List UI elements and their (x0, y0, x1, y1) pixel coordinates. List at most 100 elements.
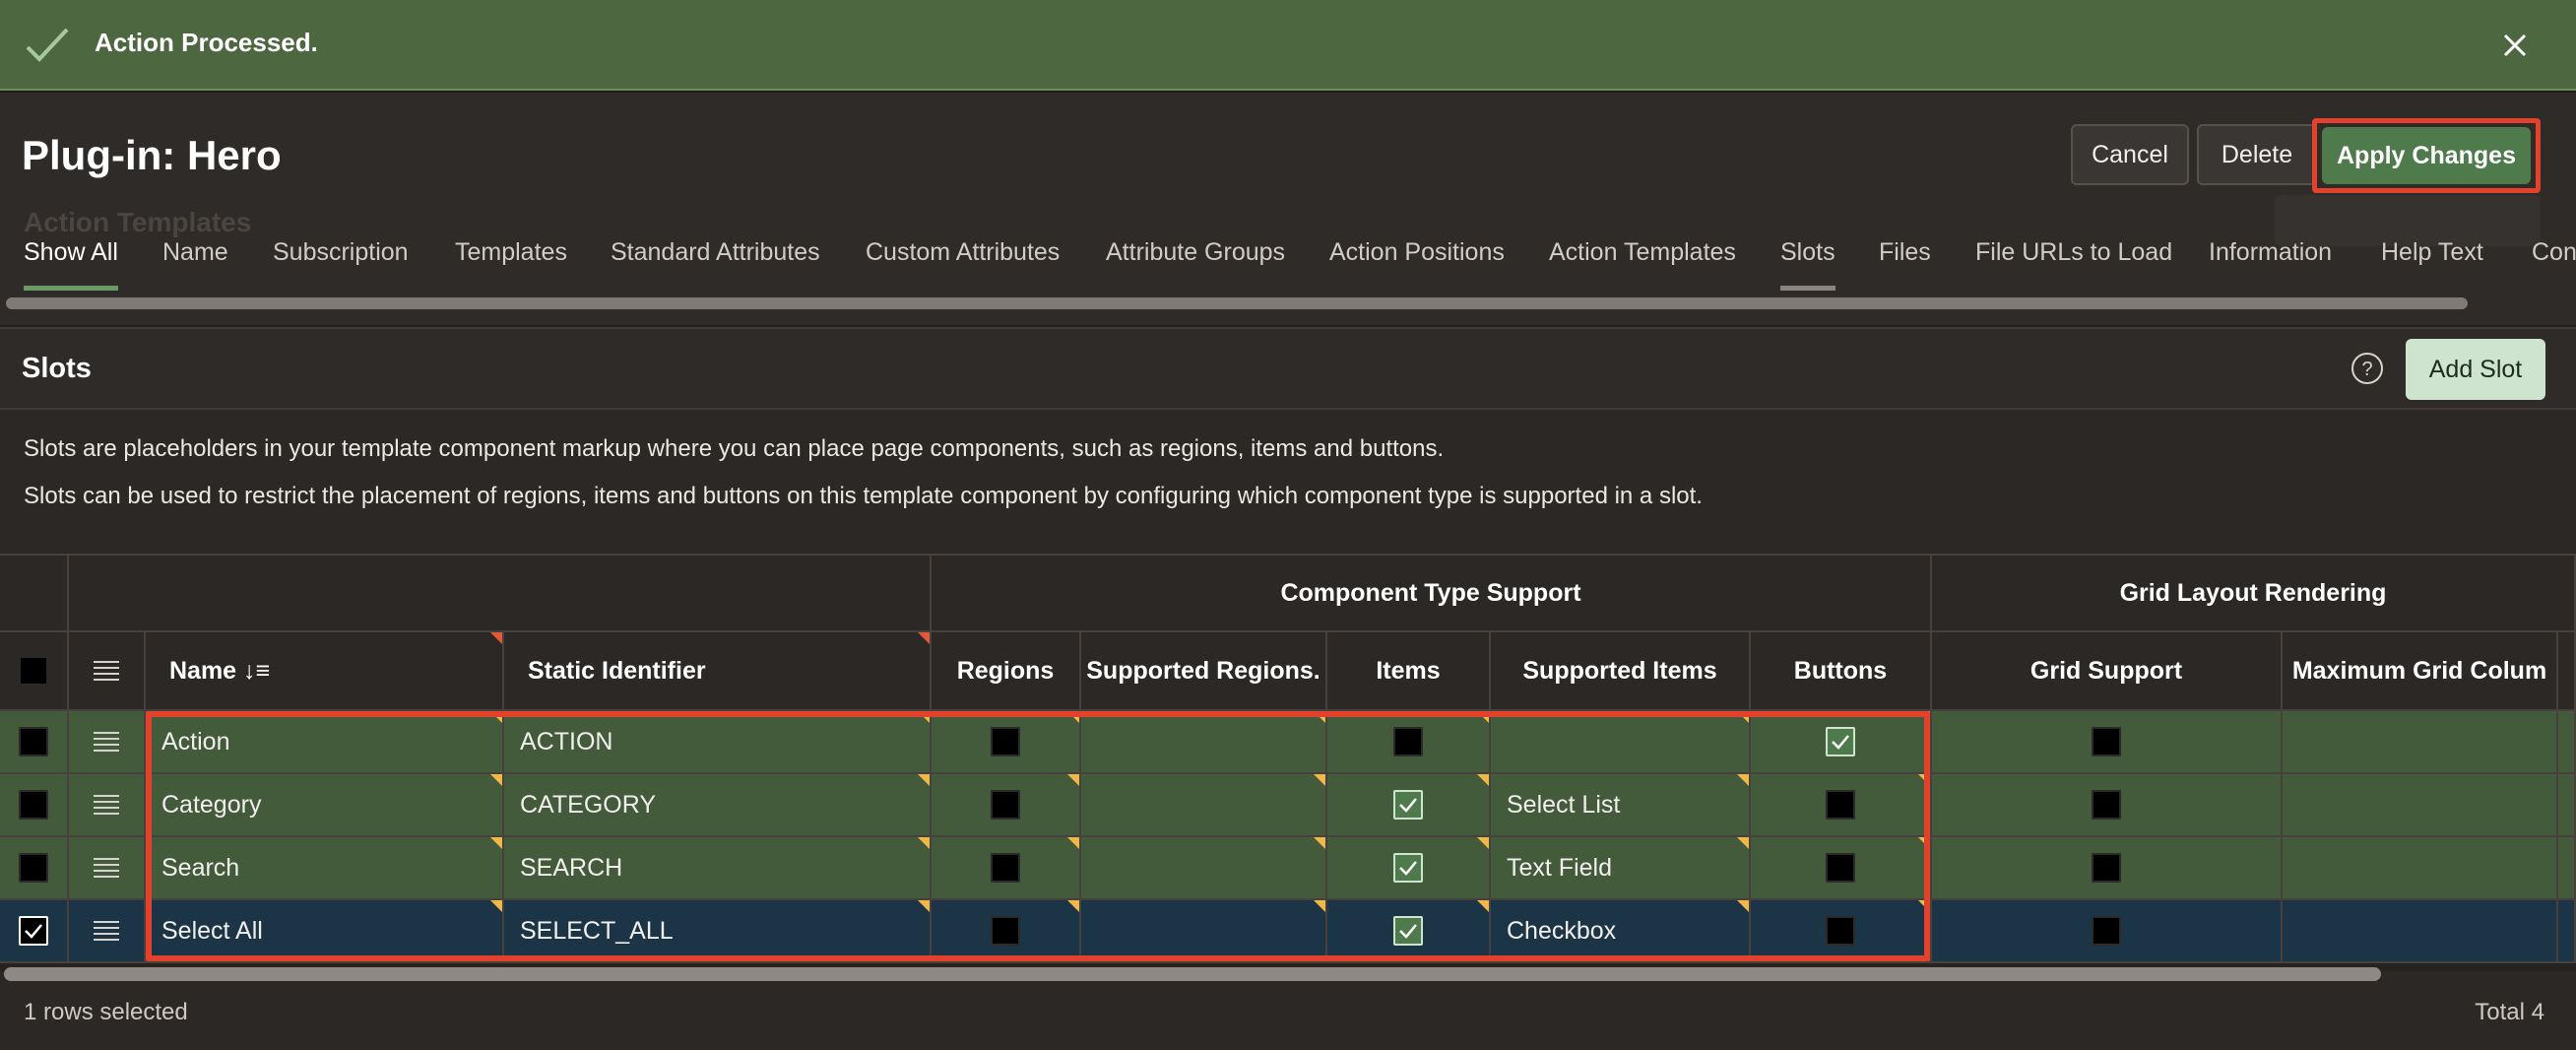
row-menu-icon[interactable] (94, 732, 119, 752)
buttons-checkbox[interactable] (1826, 916, 1855, 946)
grid-cell-supported-regions[interactable] (1081, 711, 1327, 774)
row-select-cell[interactable] (0, 900, 69, 963)
grid-support-checkbox[interactable] (2092, 916, 2121, 946)
grid-cell-supported-regions[interactable] (1081, 900, 1327, 963)
grid-cell-items[interactable] (1327, 837, 1491, 900)
row-select-checkbox[interactable] (19, 790, 48, 820)
column-header-supported-regions[interactable]: Supported Regions. (1081, 632, 1327, 711)
tab-action-positions[interactable]: Action Positions (1329, 238, 1505, 267)
grid-cell-supported-regions[interactable] (1081, 837, 1327, 900)
tab-templates[interactable]: Templates (455, 238, 567, 267)
grid-cell-grid-support[interactable] (1932, 711, 2283, 774)
grid-cell-name[interactable]: Action (146, 711, 504, 774)
grid-cell-grid-support[interactable] (1932, 900, 2283, 963)
regions-checkbox[interactable] (991, 853, 1020, 883)
grid-cell-buttons[interactable] (1751, 900, 1932, 963)
tab-scrollbar[interactable] (6, 297, 2468, 309)
grid-cell-grid-support[interactable] (1932, 774, 2283, 837)
grid-cell-buttons[interactable] (1751, 774, 1932, 837)
grid-cell-supported-items[interactable] (1491, 711, 1751, 774)
regions-checkbox[interactable] (991, 916, 1020, 946)
items-checkbox[interactable] (1393, 727, 1423, 756)
row-select-cell[interactable] (0, 711, 69, 774)
grid-cell-supported-items[interactable]: Select List (1491, 774, 1751, 837)
items-checkbox[interactable] (1393, 853, 1423, 883)
regions-checkbox[interactable] (991, 790, 1020, 820)
grid-cell-max-grid-columns[interactable] (2283, 900, 2558, 963)
grid-cell-regions[interactable] (932, 711, 1081, 774)
tab-name[interactable]: Name (162, 238, 228, 267)
grid-cell-max-grid-columns[interactable] (2283, 774, 2558, 837)
grid-cell-static-id[interactable]: SELECT_ALL (504, 900, 932, 963)
grid-cell-max-grid-columns[interactable] (2283, 837, 2558, 900)
tab-information[interactable]: Information (2209, 238, 2332, 267)
column-header-name[interactable]: Name ↓≡ (146, 632, 504, 711)
close-icon[interactable] (2495, 26, 2535, 65)
tab-action-templates[interactable]: Action Templates (1549, 238, 1736, 267)
row-menu-icon[interactable] (94, 921, 119, 941)
select-all-checkbox[interactable] (19, 656, 48, 686)
grid-cell-supported-regions[interactable] (1081, 774, 1327, 837)
row-actions-cell[interactable] (69, 837, 146, 900)
grid-cell-items[interactable] (1327, 711, 1491, 774)
tab-overflow[interactable]: Con (2532, 238, 2576, 267)
row-select-cell[interactable] (0, 774, 69, 837)
grid-cell-regions[interactable] (932, 774, 1081, 837)
row-menu-icon[interactable] (94, 661, 119, 681)
grid-cell-name[interactable]: Search (146, 837, 504, 900)
row-actions-cell[interactable] (69, 711, 146, 774)
column-header-grid-support[interactable]: Grid Support (1932, 632, 2283, 711)
row-select-cell[interactable] (0, 837, 69, 900)
tab-show-all[interactable]: Show All (24, 238, 118, 291)
row-select-checkbox[interactable] (19, 916, 48, 946)
column-header-supported-items[interactable]: Supported Items (1491, 632, 1751, 711)
grid-cell-buttons[interactable] (1751, 711, 1932, 774)
items-checkbox[interactable] (1393, 790, 1423, 820)
grid-cell-supported-items[interactable]: Text Field (1491, 837, 1751, 900)
grid-cell-items[interactable] (1327, 774, 1491, 837)
grid-cell-max-grid-columns[interactable] (2283, 711, 2558, 774)
grid-cell-static-id[interactable]: ACTION (504, 711, 932, 774)
row-actions-cell[interactable] (69, 900, 146, 963)
row-select-checkbox[interactable] (19, 853, 48, 883)
items-checkbox[interactable] (1393, 916, 1423, 946)
buttons-checkbox[interactable] (1826, 853, 1855, 883)
tab-slots[interactable]: Slots (1780, 238, 1835, 291)
grid-cell-name[interactable]: Category (146, 774, 504, 837)
delete-button[interactable]: Delete (2197, 124, 2317, 185)
grid-support-checkbox[interactable] (2092, 727, 2121, 756)
column-header-items[interactable]: Items (1327, 632, 1491, 711)
tab-help-text[interactable]: Help Text (2381, 238, 2483, 267)
row-actions-cell[interactable] (69, 774, 146, 837)
grid-support-checkbox[interactable] (2092, 790, 2121, 820)
grid-support-checkbox[interactable] (2092, 853, 2121, 883)
add-slot-button[interactable]: Add Slot (2406, 339, 2545, 400)
column-header-regions[interactable]: Regions (932, 632, 1081, 711)
apply-changes-button[interactable]: Apply Changes (2322, 127, 2531, 184)
grid-cell-regions[interactable] (932, 837, 1081, 900)
buttons-checkbox[interactable] (1826, 790, 1855, 820)
grid-cell-static-id[interactable]: CATEGORY (504, 774, 932, 837)
grid-cell-grid-support[interactable] (1932, 837, 2283, 900)
column-header-buttons[interactable]: Buttons (1751, 632, 1932, 711)
grid-scrollbar[interactable] (4, 967, 2381, 981)
tab-file-urls[interactable]: File URLs to Load (1975, 238, 2172, 267)
tab-attribute-groups[interactable]: Attribute Groups (1106, 238, 1285, 267)
column-header-max-grid-columns[interactable]: Maximum Grid Colum (2283, 632, 2558, 711)
regions-checkbox[interactable] (991, 727, 1020, 756)
row-menu-icon[interactable] (94, 795, 119, 815)
grid-cell-name[interactable]: Select All (146, 900, 504, 963)
grid-cell-items[interactable] (1327, 900, 1491, 963)
help-icon[interactable]: ? (2350, 351, 2385, 386)
grid-cell-regions[interactable] (932, 900, 1081, 963)
cancel-button[interactable]: Cancel (2071, 124, 2189, 185)
tab-custom-attributes[interactable]: Custom Attributes (866, 238, 1060, 267)
tab-standard-attributes[interactable]: Standard Attributes (611, 238, 820, 267)
tab-files[interactable]: Files (1879, 238, 1931, 267)
grid-cell-buttons[interactable] (1751, 837, 1932, 900)
grid-cell-static-id[interactable]: SEARCH (504, 837, 932, 900)
row-select-checkbox[interactable] (19, 727, 48, 756)
column-header-static-identifier[interactable]: Static Identifier (504, 632, 932, 711)
row-menu-icon[interactable] (94, 858, 119, 878)
tab-subscription[interactable]: Subscription (273, 238, 409, 267)
